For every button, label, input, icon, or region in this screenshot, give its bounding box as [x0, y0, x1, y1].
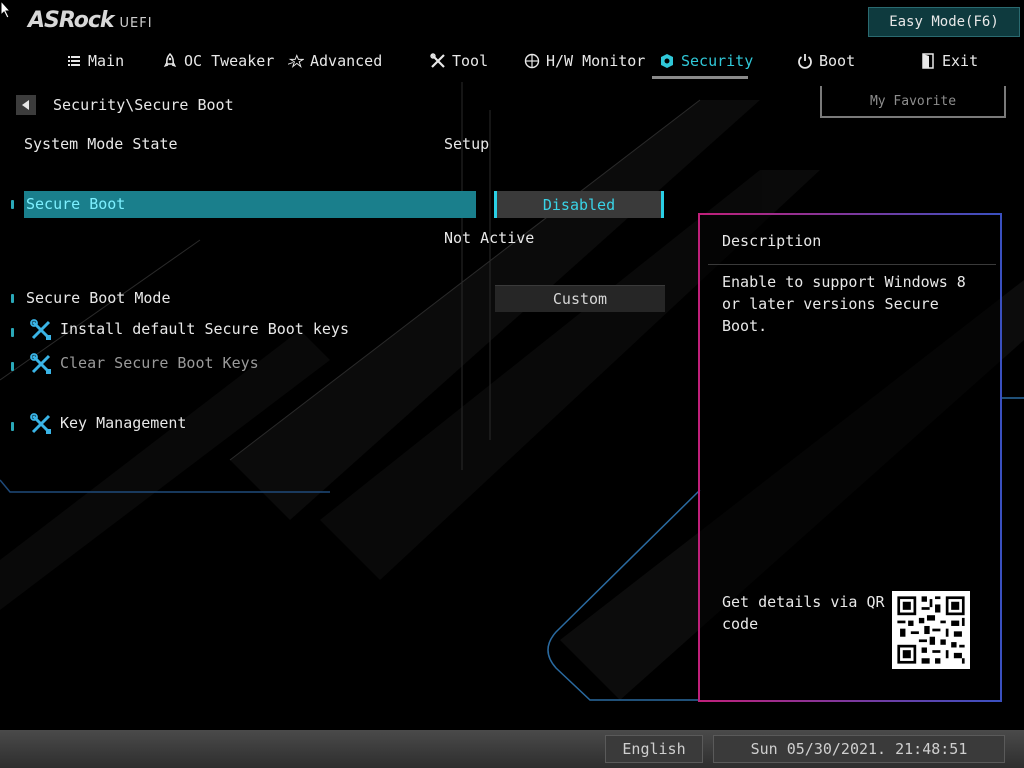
secure-boot-mode-value[interactable]: Custom: [495, 285, 665, 312]
power-icon: [797, 53, 813, 69]
tab-label: OC Tweaker: [184, 52, 275, 70]
shield-icon: [659, 53, 675, 69]
main-nav: Main OC Tweaker Advanced Tool H/W Monito…: [0, 46, 1024, 82]
asrock-logo: ASRock UEFI: [28, 8, 153, 36]
tab-label: Security: [681, 52, 754, 70]
description-divider: [708, 264, 996, 265]
chevron-left-icon: [22, 100, 29, 110]
tab-advanced[interactable]: Advanced: [288, 46, 382, 76]
tab-label: H/W Monitor: [546, 52, 646, 70]
description-text: Enable to support Windows 8 or later ver…: [722, 273, 966, 335]
secure-boot-status: Not Active: [444, 229, 535, 247]
tab-main[interactable]: Main: [66, 46, 124, 76]
install-default-keys-item[interactable]: Install default Secure Boot keys: [60, 320, 349, 338]
easy-mode-button[interactable]: Easy Mode(F6): [868, 7, 1020, 37]
tools-icon: [430, 53, 446, 69]
system-mode-state-label: System Mode State: [24, 135, 178, 153]
active-tab-indicator: [652, 76, 748, 79]
item-bullet: [11, 294, 14, 303]
mouse-cursor-icon: [0, 0, 12, 19]
logo-brand: ASRock: [28, 8, 115, 33]
item-bullet: [11, 422, 14, 431]
key-management-item[interactable]: Key Management: [60, 414, 186, 432]
tab-exit[interactable]: Exit: [920, 46, 978, 76]
wrench-screwdriver-icon: [30, 353, 51, 374]
language-selector[interactable]: English: [605, 735, 703, 763]
tab-boot[interactable]: Boot: [797, 46, 855, 76]
list-icon: [66, 53, 82, 69]
breadcrumb: Security\Secure Boot: [53, 96, 234, 114]
qr-code: [892, 591, 970, 669]
clear-keys-item[interactable]: Clear Secure Boot Keys: [60, 354, 259, 372]
item-bullet: [11, 200, 14, 209]
description-title: Description: [722, 232, 822, 250]
item-bullet: [11, 362, 14, 371]
tab-hw-monitor[interactable]: H/W Monitor: [524, 46, 645, 76]
monitor-icon: [524, 53, 540, 69]
system-mode-state-value: Setup: [444, 135, 490, 153]
qr-caption: Get details via QR code: [722, 593, 885, 633]
tab-security[interactable]: Security: [659, 46, 753, 76]
my-favorite-button[interactable]: My Favorite: [820, 86, 1006, 118]
item-bullet: [11, 328, 14, 337]
secure-boot-mode-label[interactable]: Secure Boot Mode: [26, 289, 171, 307]
tab-label: Advanced: [310, 52, 383, 70]
logo-sub: UEFI: [119, 16, 153, 31]
tab-label: Boot: [819, 52, 856, 70]
wrench-screwdriver-icon: [30, 413, 51, 434]
tab-label: Exit: [942, 52, 979, 70]
wrench-screwdriver-icon: [30, 319, 51, 340]
datetime-display: Sun 05/30/2021. 21:48:51: [713, 735, 1005, 763]
tab-tool[interactable]: Tool: [430, 46, 488, 76]
star-icon: [288, 53, 304, 69]
tab-label: Main: [88, 52, 125, 70]
secure-boot-value[interactable]: Disabled: [494, 191, 664, 218]
tab-oc-tweaker[interactable]: OC Tweaker: [162, 46, 274, 76]
rocket-icon: [162, 53, 178, 69]
exit-door-icon: [920, 53, 936, 69]
secure-boot-label: Secure Boot: [26, 195, 126, 213]
tab-label: Tool: [452, 52, 489, 70]
back-button[interactable]: [16, 95, 36, 115]
